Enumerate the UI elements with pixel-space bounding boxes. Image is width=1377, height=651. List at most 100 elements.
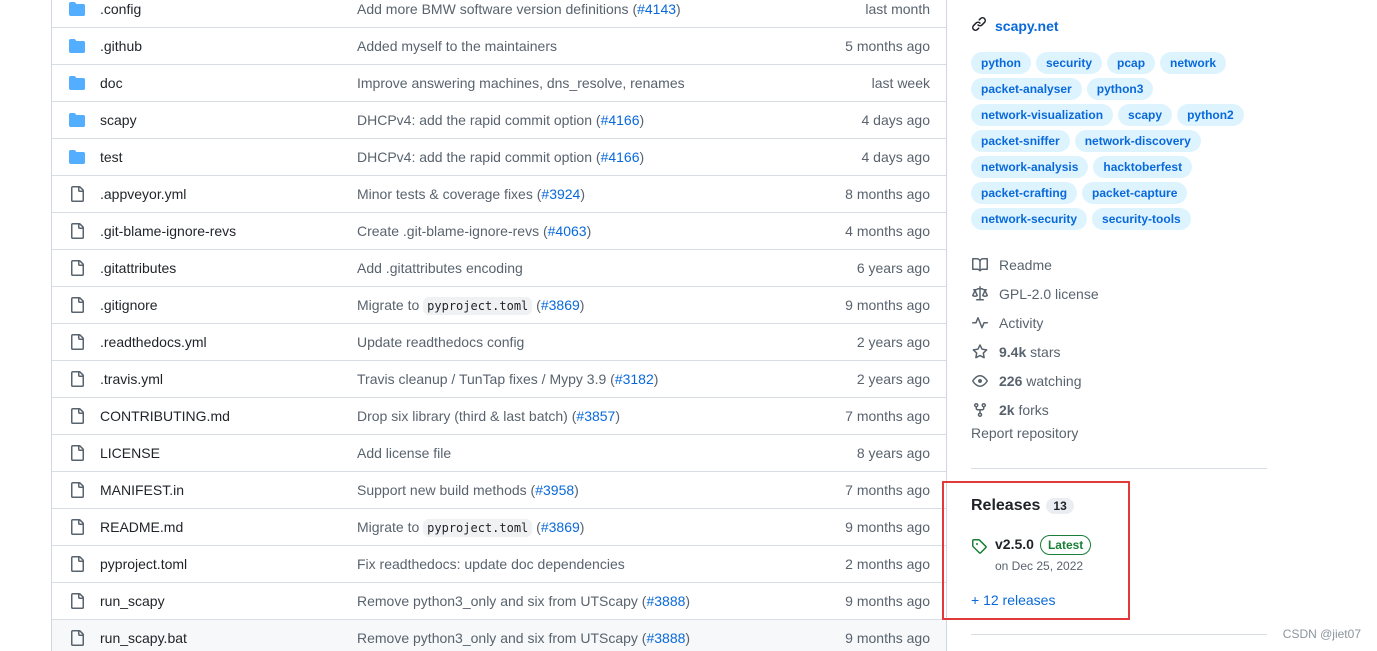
- table-row[interactable]: doc Improve answering machines, dns_resol…: [52, 64, 946, 101]
- topic-tag[interactable]: scapy: [1118, 104, 1173, 126]
- table-row[interactable]: .readthedocs.yml Update readthedocs confi…: [52, 323, 946, 360]
- commit-message[interactable]: Add license file: [357, 445, 451, 461]
- commit-message-text: Add .gitattributes encoding: [357, 260, 523, 276]
- pr-link[interactable]: #4143: [637, 1, 676, 17]
- commit-message-suffix: ): [676, 0, 681, 17]
- topic-tag[interactable]: python3: [1086, 78, 1154, 100]
- table-row[interactable]: test DHCPv4: add the rapid commit option …: [52, 138, 946, 175]
- activity-link[interactable]: Activity: [971, 308, 1099, 337]
- table-row[interactable]: .git-blame-ignore-revs Create .git-blame-…: [52, 212, 946, 249]
- table-row[interactable]: scapy DHCPv4: add the rapid commit option…: [52, 101, 946, 138]
- topic-tag[interactable]: packet-sniffer: [971, 130, 1070, 152]
- license-label: GPL-2.0 license: [999, 285, 1099, 302]
- table-row[interactable]: LICENSE Add license file 8 years ago: [52, 434, 946, 471]
- pr-link[interactable]: #3888: [646, 593, 685, 609]
- table-row[interactable]: pyproject.toml Fix readthedocs: update do…: [52, 545, 946, 582]
- commit-message[interactable]: Drop six library (third & last batch) (#…: [357, 408, 620, 424]
- commit-message[interactable]: Minor tests & coverage fixes (#3924): [357, 186, 585, 202]
- table-row[interactable]: .travis.yml Travis cleanup / TunTap fixes…: [52, 360, 946, 397]
- pr-link[interactable]: #3182: [615, 371, 654, 387]
- commit-time: 2 years ago: [856, 371, 930, 387]
- table-row[interactable]: MANIFEST.in Support new build methods (#3…: [52, 471, 946, 508]
- file-name-link[interactable]: MANIFEST.in: [100, 482, 184, 498]
- table-row[interactable]: run_scapy Remove python3_only and six fro…: [52, 582, 946, 619]
- topic-tag[interactable]: network-visualization: [971, 104, 1114, 126]
- file-name-link[interactable]: .github: [100, 38, 142, 54]
- topic-tag[interactable]: security-tools: [1092, 208, 1191, 230]
- watching-link[interactable]: 226 watching: [971, 366, 1099, 395]
- forks-link[interactable]: 2k forks: [971, 395, 1099, 424]
- pr-link[interactable]: #4166: [601, 149, 640, 165]
- pr-link[interactable]: #3888: [646, 630, 685, 646]
- topic-tag[interactable]: network-security: [971, 208, 1088, 230]
- pr-link[interactable]: #4166: [601, 112, 640, 128]
- topic-tag[interactable]: python: [971, 52, 1031, 74]
- topic-tag[interactable]: network-analysis: [971, 156, 1089, 178]
- commit-message[interactable]: Remove python3_only and six from UTScapy…: [357, 593, 690, 609]
- topic-tag[interactable]: packet-capture: [1082, 182, 1188, 204]
- latest-release[interactable]: v2.5.0 Latest on Dec 25, 2022: [971, 535, 1092, 573]
- file-name-link[interactable]: LICENSE: [100, 445, 160, 461]
- file-name-link[interactable]: .gitattributes: [100, 260, 176, 276]
- commit-message[interactable]: Added myself to the maintainers: [357, 38, 557, 54]
- pr-link[interactable]: #3857: [576, 408, 615, 424]
- table-row[interactable]: .gitignore Migrate to pyproject.toml (#38…: [52, 286, 946, 323]
- file-name-link[interactable]: .git-blame-ignore-revs: [100, 223, 236, 239]
- commit-message[interactable]: Improve answering machines, dns_resolve,…: [357, 75, 685, 91]
- file-name-link[interactable]: .config: [100, 1, 141, 17]
- file-name-link[interactable]: pyproject.toml: [100, 556, 187, 572]
- table-row[interactable]: .appveyor.yml Minor tests & coverage fixe…: [52, 175, 946, 212]
- commit-message[interactable]: Travis cleanup / TunTap fixes / Mypy 3.9…: [357, 371, 658, 387]
- file-name-link[interactable]: doc: [100, 75, 123, 91]
- file-name-link[interactable]: scapy: [100, 112, 137, 128]
- pr-link[interactable]: #3869: [541, 297, 580, 313]
- pr-link[interactable]: #3869: [541, 519, 580, 535]
- table-row[interactable]: .github Added myself to the maintainers 5 …: [52, 27, 946, 64]
- website-link[interactable]: scapy.net: [971, 16, 1059, 35]
- file-name-link[interactable]: .readthedocs.yml: [100, 334, 207, 350]
- pr-link[interactable]: #3958: [535, 482, 574, 498]
- file-name-link[interactable]: .travis.yml: [100, 371, 163, 387]
- more-releases-link[interactable]: + 12 releases: [971, 592, 1055, 608]
- file-name-link[interactable]: .gitignore: [100, 297, 158, 313]
- file-name-link[interactable]: .appveyor.yml: [100, 186, 186, 202]
- pr-link[interactable]: #3924: [541, 186, 580, 202]
- readme-link[interactable]: Readme: [971, 250, 1099, 279]
- commit-message[interactable]: Migrate to pyproject.toml (#3869): [357, 519, 584, 537]
- file-name-link[interactable]: test: [100, 149, 123, 165]
- pr-link[interactable]: #4063: [548, 223, 587, 239]
- commit-message[interactable]: Add .gitattributes encoding: [357, 260, 523, 276]
- commit-message[interactable]: Support new build methods (#3958): [357, 482, 579, 498]
- topic-tag[interactable]: hacktoberfest: [1093, 156, 1193, 178]
- topic-tag[interactable]: network-discovery: [1074, 130, 1201, 152]
- commit-message[interactable]: Fix readthedocs: update doc dependencies: [357, 556, 625, 572]
- topic-tag[interactable]: security: [1036, 52, 1103, 74]
- table-row[interactable]: .config Add more BMW software version def…: [52, 0, 946, 27]
- commit-message-text: Drop six library (third & last batch) (: [357, 408, 577, 424]
- file-name-link[interactable]: README.md: [100, 519, 183, 535]
- commit-message[interactable]: Create .git-blame-ignore-revs (#4063): [357, 223, 591, 239]
- topic-tag[interactable]: packet-crafting: [971, 182, 1078, 204]
- commit-message[interactable]: Update readthedocs config: [357, 334, 524, 350]
- table-row[interactable]: README.md Migrate to pyproject.toml (#386…: [52, 508, 946, 545]
- releases-heading[interactable]: Releases 13: [971, 497, 1074, 515]
- file-name-link[interactable]: run_scapy.bat: [100, 630, 187, 646]
- license-link[interactable]: GPL-2.0 license: [971, 279, 1099, 308]
- table-row[interactable]: run_scapy.bat Remove python3_only and six…: [52, 619, 946, 651]
- table-row[interactable]: .gitattributes Add .gitattributes encodin…: [52, 249, 946, 286]
- topic-tag[interactable]: packet-analyser: [971, 78, 1082, 100]
- file-name-link[interactable]: run_scapy: [100, 593, 165, 609]
- table-row[interactable]: CONTRIBUTING.md Drop six library (third &…: [52, 397, 946, 434]
- file-name-link[interactable]: CONTRIBUTING.md: [100, 408, 230, 424]
- commit-message[interactable]: Migrate to pyproject.toml (#3869): [357, 297, 584, 315]
- topic-tag[interactable]: python2: [1177, 104, 1244, 126]
- commit-message[interactable]: Add more BMW software version definition…: [357, 1, 681, 17]
- topic-tag[interactable]: network: [1160, 52, 1227, 74]
- commit-message[interactable]: Remove python3_only and six from UTScapy…: [357, 630, 690, 646]
- report-repository-link[interactable]: Report repository: [971, 425, 1078, 441]
- topic-tag[interactable]: pcap: [1107, 52, 1156, 74]
- commit-message[interactable]: DHCPv4: add the rapid commit option (#41…: [357, 149, 644, 165]
- commit-message[interactable]: DHCPv4: add the rapid commit option (#41…: [357, 112, 644, 128]
- stars-link[interactable]: 9.4k stars: [971, 337, 1099, 366]
- commit-message-suffix: ): [685, 630, 691, 646]
